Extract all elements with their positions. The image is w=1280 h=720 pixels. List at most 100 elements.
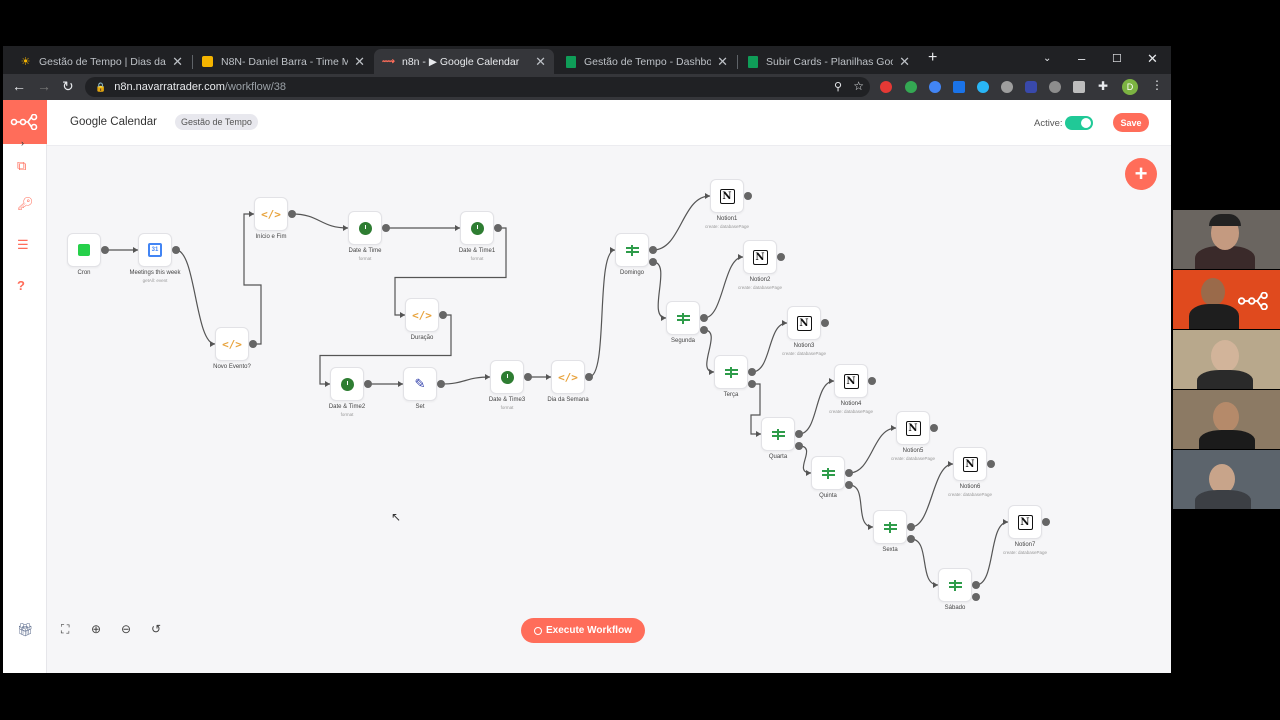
output-port[interactable] xyxy=(437,380,445,388)
url-field[interactable]: 🔒 n8n.navarratrader.com/workflow/38 ⚲ ☆ xyxy=(85,77,870,97)
maximize-button[interactable]: ☐ xyxy=(1112,52,1122,65)
node-duracao[interactable]: </> xyxy=(405,298,439,332)
back-icon[interactable]: ← xyxy=(12,78,26,94)
browser-tab-4[interactable]: Gestão de Tempo - Dashboard - ✕ xyxy=(556,49,736,74)
output-port[interactable] xyxy=(649,258,657,266)
node-n7[interactable]: N xyxy=(1008,505,1042,539)
output-port[interactable] xyxy=(172,246,180,254)
connection[interactable] xyxy=(440,376,491,385)
execute-workflow-button[interactable]: Execute Workflow xyxy=(521,618,645,643)
output-port[interactable] xyxy=(585,373,593,381)
output-port[interactable] xyxy=(868,377,876,385)
close-tab-icon[interactable]: ✕ xyxy=(172,54,183,70)
browser-tab-3[interactable]: ⟿ n8n - ▶ Google Calendar ✕ xyxy=(374,49,554,74)
output-port[interactable] xyxy=(795,430,803,438)
output-port[interactable] xyxy=(821,319,829,327)
gift-icon[interactable]: 🎁︎ xyxy=(17,622,34,638)
zoom-icon[interactable]: ⚲ xyxy=(834,80,842,93)
workflow-tag[interactable]: Gestão de Tempo xyxy=(175,114,258,130)
bookmark-star-icon[interactable]: ☆ xyxy=(853,79,864,93)
node-n3[interactable]: N xyxy=(787,306,821,340)
node-inicio[interactable]: </> xyxy=(254,197,288,231)
output-port[interactable] xyxy=(795,442,803,450)
node-dom[interactable] xyxy=(615,233,649,267)
output-port[interactable] xyxy=(777,253,785,261)
connection[interactable] xyxy=(910,538,939,586)
connection[interactable] xyxy=(848,484,874,528)
node-dia[interactable]: </> xyxy=(551,360,585,394)
node-seg[interactable] xyxy=(666,301,700,335)
output-port[interactable] xyxy=(744,192,752,200)
extension-icon[interactable] xyxy=(1073,81,1085,93)
node-novo[interactable]: </> xyxy=(215,327,249,361)
output-port[interactable] xyxy=(101,246,109,254)
output-port[interactable] xyxy=(249,340,257,348)
output-port[interactable] xyxy=(748,380,756,388)
output-port[interactable] xyxy=(382,224,390,232)
node-qua[interactable] xyxy=(761,417,795,451)
workflow-name[interactable]: Google Calendar xyxy=(70,116,157,128)
output-port[interactable] xyxy=(907,523,915,531)
output-port[interactable] xyxy=(494,224,502,232)
extension-icon[interactable] xyxy=(880,81,892,93)
fit-view-icon[interactable]: ⛶ xyxy=(61,622,79,640)
output-port[interactable] xyxy=(700,314,708,322)
connection[interactable] xyxy=(652,195,711,251)
connection[interactable] xyxy=(798,380,835,435)
browser-tab-5[interactable]: Subir Cards - Planilhas Google ✕ xyxy=(738,49,918,74)
profile-avatar[interactable]: D xyxy=(1122,79,1138,95)
executions-list-icon[interactable]: ☰ xyxy=(17,237,29,253)
new-tab-button[interactable]: + xyxy=(928,49,937,67)
node-sab[interactable] xyxy=(938,568,972,602)
node-dt1[interactable] xyxy=(460,211,494,245)
output-port[interactable] xyxy=(972,593,980,601)
node-meetings[interactable]: 31 xyxy=(138,233,172,267)
output-port[interactable] xyxy=(700,326,708,334)
node-dt[interactable] xyxy=(348,211,382,245)
browser-tab-2[interactable]: N8N- Daniel Barra - Time Manag ✕ xyxy=(193,49,373,74)
tab-search-icon[interactable]: ⌄ xyxy=(1043,53,1051,64)
extension-icon[interactable] xyxy=(905,81,917,93)
connection[interactable] xyxy=(291,213,349,229)
forward-icon[interactable]: → xyxy=(37,78,51,94)
node-dt3[interactable] xyxy=(490,360,524,394)
connection[interactable] xyxy=(703,329,715,373)
add-node-button[interactable]: + xyxy=(1125,158,1157,190)
node-sex[interactable] xyxy=(873,510,907,544)
output-port[interactable] xyxy=(288,210,296,218)
node-n4[interactable]: N xyxy=(834,364,868,398)
extension-icon[interactable] xyxy=(953,81,965,93)
minimize-button[interactable]: – xyxy=(1078,51,1085,66)
output-port[interactable] xyxy=(930,424,938,432)
close-window-button[interactable]: ✕ xyxy=(1147,51,1158,67)
output-port[interactable] xyxy=(845,481,853,489)
node-n1[interactable]: N xyxy=(710,179,744,213)
close-tab-icon[interactable]: ✕ xyxy=(354,54,365,70)
output-port[interactable] xyxy=(649,246,657,254)
extensions-puzzle-icon[interactable]: ✚ xyxy=(1098,79,1108,93)
menu-kebab-icon[interactable]: ⋮ xyxy=(1151,78,1163,92)
output-port[interactable] xyxy=(364,380,372,388)
extension-icon[interactable] xyxy=(1049,81,1061,93)
reload-icon[interactable]: ↻ xyxy=(62,78,74,95)
extension-icon[interactable] xyxy=(977,81,989,93)
close-tab-icon[interactable]: ✕ xyxy=(535,54,546,70)
help-icon[interactable]: ? xyxy=(17,278,25,293)
extension-icon[interactable] xyxy=(929,81,941,93)
node-n6[interactable]: N xyxy=(953,447,987,481)
browser-tab-1[interactable]: ☀ Gestão de Tempo | Dias da sema ✕ xyxy=(11,49,191,74)
credentials-key-icon[interactable]: 🔑︎ xyxy=(17,196,34,212)
active-toggle[interactable] xyxy=(1065,116,1093,130)
extension-icon[interactable] xyxy=(1025,81,1037,93)
workflow-canvas[interactable]: Cron 31 Meetings this week getAll: event </>… xyxy=(47,146,1171,673)
zoom-in-icon[interactable]: ⊕ xyxy=(91,622,109,640)
expand-sidebar-icon[interactable]: › xyxy=(21,138,24,148)
close-tab-icon[interactable]: ✕ xyxy=(717,54,728,70)
node-n2[interactable]: N xyxy=(743,240,777,274)
zoom-out-icon[interactable]: ⊖ xyxy=(121,622,139,640)
workflows-icon[interactable]: ⧉ xyxy=(17,158,26,174)
close-tab-icon[interactable]: ✕ xyxy=(899,54,910,70)
output-port[interactable] xyxy=(439,311,447,319)
output-port[interactable] xyxy=(748,368,756,376)
node-qui[interactable] xyxy=(811,456,845,490)
